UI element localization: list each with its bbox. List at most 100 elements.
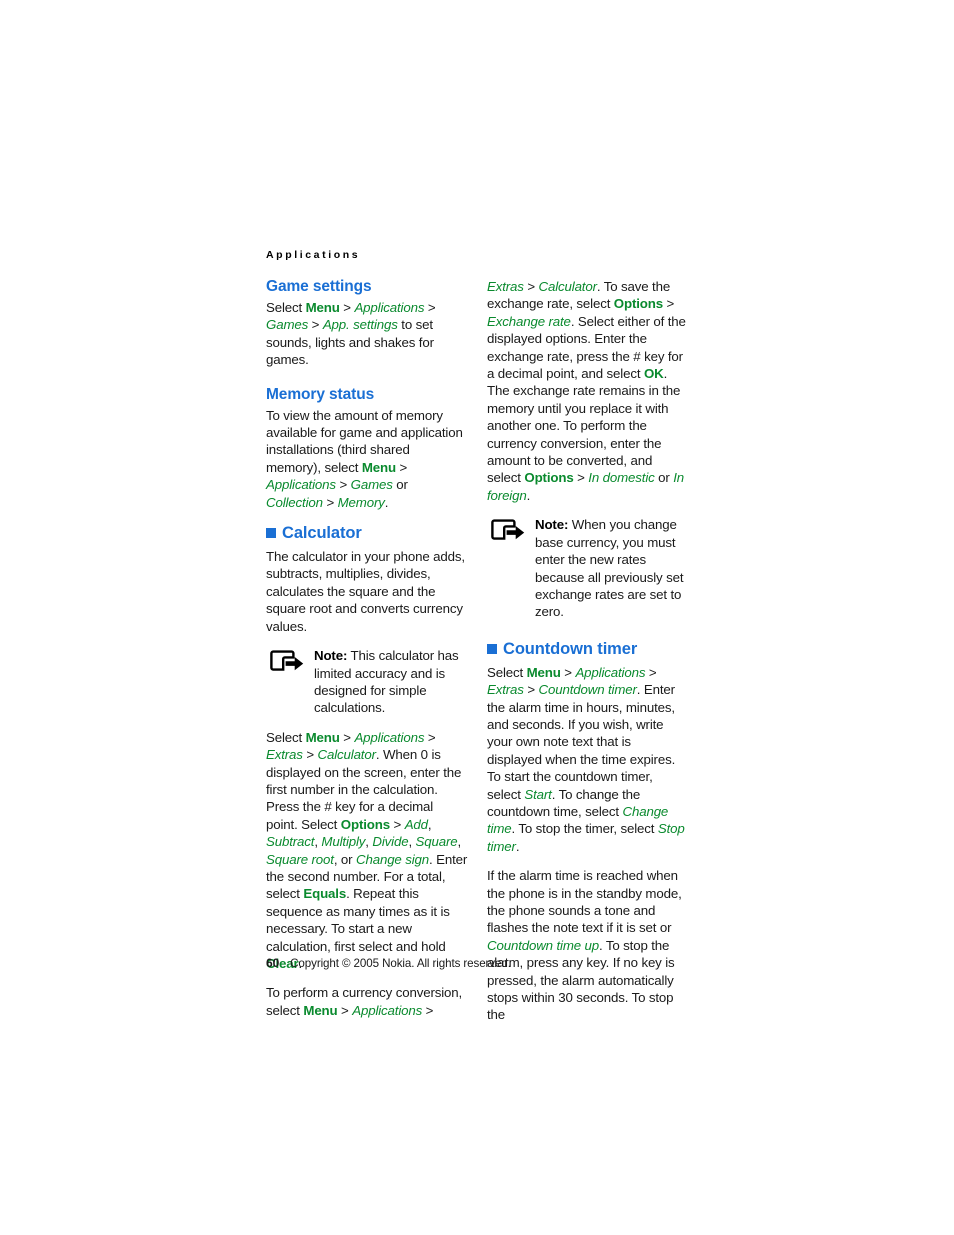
text-run: or <box>392 477 408 493</box>
ui-memory: Memory <box>337 494 385 510</box>
paragraph-game-settings: Select Menu > Applications > Games > App… <box>266 299 468 369</box>
text-run: , or <box>333 851 356 867</box>
note-text-calculator: Note: This calculator has limited accura… <box>314 647 468 717</box>
text-run: , <box>408 834 416 850</box>
heading-game-settings: Game settings <box>266 278 372 295</box>
ui-app-settings: App. settings <box>322 317 398 333</box>
sep: > <box>560 664 576 680</box>
ui-square-root: Square root <box>266 851 334 867</box>
sep: > <box>645 664 657 680</box>
ui-menu: Menu <box>361 459 396 475</box>
ui-exchange-rate: Exchange rate <box>487 313 571 329</box>
ui-games: Games <box>350 477 393 493</box>
ui-in-domestic: In domestic <box>588 470 655 486</box>
right-column: Extras > Calculator. To save the exchang… <box>487 278 689 1024</box>
ui-collection: Collection <box>266 494 327 510</box>
sep: > <box>424 300 436 315</box>
sep: > <box>523 279 539 294</box>
text-run: . <box>384 494 389 510</box>
text-run: . The exchange rate remains in the memor… <box>487 366 681 486</box>
heading-countdown-timer: Countdown timer <box>487 639 689 659</box>
paragraph-currency-conversion: To perform a currency conversion, select… <box>266 984 468 1019</box>
ui-multiply: Multiply <box>321 834 366 850</box>
ui-countdown-time-up: Countdown time up <box>487 937 600 953</box>
ui-ok: OK <box>643 366 664 382</box>
paragraph-calculator-intro: The calculator in your phone adds, subtr… <box>266 549 465 634</box>
sep: > <box>573 470 589 486</box>
note-arrow-icon <box>491 519 525 545</box>
copyright-notice: Copyright © 2005 Nokia. All rights reser… <box>290 957 511 970</box>
square-bullet-icon <box>487 643 497 654</box>
sep: > <box>662 296 675 312</box>
ui-options: Options <box>524 470 574 486</box>
text-run: or <box>654 470 674 486</box>
text-run: Select <box>266 300 306 315</box>
note-text-currency: Note: When you change base currency, you… <box>535 516 689 620</box>
ui-menu: Menu <box>305 729 340 745</box>
ui-equals: Equals <box>303 886 347 902</box>
ui-menu: Menu <box>303 1002 338 1018</box>
text-run: . To stop the timer, select <box>511 821 658 837</box>
note-arrow-icon <box>270 650 304 676</box>
square-bullet-icon <box>266 528 276 539</box>
sep: > <box>422 1002 434 1018</box>
ui-extras: Extras <box>487 682 524 698</box>
sep: > <box>335 477 351 493</box>
ui-change-sign: Change sign <box>356 851 430 867</box>
running-head: Applications <box>266 249 361 261</box>
ui-options: Options <box>340 816 390 832</box>
text-run: Select <box>487 664 527 680</box>
paragraph-memory-status: To view the amount of memory available f… <box>266 407 468 511</box>
text-run: . Enter the alarm time in hours, minutes… <box>487 682 676 802</box>
text-run: Select <box>266 729 306 745</box>
ui-divide: Divide <box>372 834 409 850</box>
paragraph-alarm-behavior: If the alarm time is reached when the ph… <box>487 867 689 1024</box>
paragraph-calculator-steps: Select Menu > Applications > Extras > Ca… <box>266 729 468 973</box>
ui-countdown-timer: Countdown timer <box>538 682 637 698</box>
ui-games: Games <box>266 317 309 333</box>
sep: > <box>389 816 405 832</box>
sep: > <box>339 729 355 745</box>
ui-extras: Extras <box>487 279 524 294</box>
ui-calculator: Calculator <box>317 747 377 763</box>
sep: > <box>523 682 539 698</box>
text-run: . <box>526 487 531 503</box>
ui-calculator: Calculator <box>538 279 598 294</box>
sep: > <box>424 729 436 745</box>
ui-menu: Menu <box>526 664 561 680</box>
ui-applications: Applications <box>354 300 425 315</box>
sep: > <box>326 494 338 510</box>
note-block-currency: Note: When you change base currency, you… <box>487 516 689 620</box>
sep: > <box>396 459 408 475</box>
paragraph-exchange-rate: Extras > Calculator. To save the exchang… <box>487 278 689 504</box>
ui-applications: Applications <box>352 1002 423 1018</box>
note-block-calculator: Note: This calculator has limited accura… <box>266 647 468 717</box>
text-run: , <box>457 834 462 850</box>
page-number: 60 <box>266 956 280 970</box>
paragraph-countdown-steps: Select Menu > Applications > Extras > Co… <box>487 664 689 855</box>
note-label: Note: <box>535 517 569 533</box>
ui-applications: Applications <box>266 477 336 493</box>
ui-applications: Applications <box>575 664 646 680</box>
sep: > <box>339 300 355 315</box>
heading-memory-status: Memory status <box>266 385 375 403</box>
ui-subtract: Subtract <box>266 834 315 850</box>
text-run: , <box>427 816 432 832</box>
sep: > <box>308 317 323 333</box>
note-label: Note: <box>314 648 348 664</box>
text-run: When you change base currency, you must … <box>535 517 684 620</box>
ui-extras: Extras <box>266 747 303 763</box>
heading-countdown-timer-label: Countdown timer <box>503 639 638 658</box>
left-column: Game settings Select Menu > Applications… <box>266 278 468 1019</box>
sep: > <box>337 1002 353 1018</box>
page-footer: 60 Copyright © 2005 Nokia. All rights res… <box>266 956 511 970</box>
ui-options: Options <box>613 296 663 312</box>
text-run: . <box>515 838 520 854</box>
text-run: If the alarm time is reached when the ph… <box>487 868 682 936</box>
ui-square: Square <box>415 834 458 850</box>
heading-calculator-label: Calculator <box>282 524 362 543</box>
ui-start: Start <box>524 786 552 802</box>
manual-page: Applications Game settings Select Menu >… <box>0 0 954 1235</box>
sep: > <box>302 747 318 763</box>
heading-calculator: Calculator <box>266 523 468 543</box>
